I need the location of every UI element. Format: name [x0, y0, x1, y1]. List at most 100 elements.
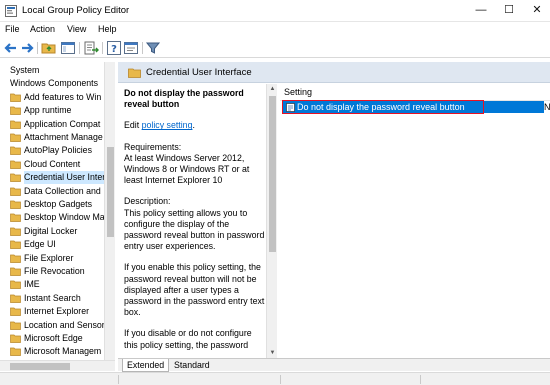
- setting-state: N: [544, 102, 550, 112]
- folder-icon: [10, 93, 21, 102]
- setting-row[interactable]: Do not display the password reveal butto…: [282, 100, 550, 114]
- navigation-tree: System Windows Components Add features to …: [0, 62, 115, 360]
- menu-view[interactable]: View: [67, 24, 86, 34]
- description-scrollbar[interactable]: ▲ ▼: [266, 84, 277, 358]
- tree-item-label: Desktop Gadgets: [24, 199, 92, 209]
- toolbar-separator: [37, 42, 38, 54]
- tree-item-label: Location and Sensor: [24, 319, 105, 330]
- tree-item-label: Add features to Win: [24, 91, 102, 102]
- toolbar-separator: [142, 42, 143, 54]
- toolbar-separator: [102, 42, 103, 54]
- policy-setting-link[interactable]: policy setting: [142, 120, 193, 130]
- description-text: This policy setting allows you to config…: [124, 207, 265, 252]
- maximize-button[interactable]: ☐: [496, 0, 522, 22]
- toolbar: ?: [0, 38, 550, 58]
- setting-name[interactable]: Do not display the password reveal butto…: [297, 101, 465, 113]
- setting-column-header[interactable]: Setting: [284, 87, 312, 97]
- export-list-icon[interactable]: [83, 40, 99, 56]
- filter-icon[interactable]: [145, 40, 161, 56]
- close-button[interactable]: ✕: [524, 0, 550, 22]
- forward-arrow-icon[interactable]: [19, 40, 35, 56]
- tree-item-label: Cloud Content: [24, 158, 81, 169]
- description-block: Description: This policy setting allows y…: [124, 196, 266, 252]
- status-bar: [0, 372, 550, 385]
- folder-icon: [10, 227, 21, 236]
- folder-icon: [10, 348, 21, 357]
- status-divider: [118, 375, 119, 384]
- pane-header-title: Credential User Interface: [146, 67, 252, 78]
- tree-item-label: System: [10, 65, 40, 75]
- enable-paragraph: If you enable this policy setting, the p…: [124, 262, 265, 318]
- folder-icon: [10, 173, 21, 183]
- pane-header: Credential User Interface: [118, 62, 550, 83]
- requirements: Requirements: At least Windows Server 201…: [124, 142, 266, 187]
- description-label: Description:: [124, 196, 171, 207]
- folder-icon: [10, 254, 21, 263]
- folder-icon: [10, 133, 21, 142]
- tree-item-label: Digital Locker: [24, 225, 78, 236]
- folder-icon: [10, 294, 21, 303]
- tree-item-label: Edge UI: [24, 239, 56, 250]
- folder-icon: [10, 106, 21, 116]
- show-hide-tree-icon[interactable]: [60, 40, 76, 56]
- folder-icon: [10, 120, 21, 129]
- edit-line: Edit policy setting.: [124, 120, 266, 131]
- back-arrow-icon[interactable]: [3, 40, 19, 56]
- edit-prefix: Edit: [124, 120, 142, 131]
- help-icon[interactable]: ?: [106, 40, 122, 56]
- tree-item-label: Application Compat: [24, 118, 101, 129]
- folder-icon: [10, 200, 21, 209]
- tree-item-label: Internet Explorer: [24, 306, 90, 317]
- folder-up-icon[interactable]: [41, 40, 57, 56]
- edit-suffix: .: [192, 120, 195, 131]
- scrollbar-thumb[interactable]: [107, 147, 114, 237]
- disable-paragraph: If you disable or do not configure this …: [124, 328, 252, 350]
- menu-file[interactable]: File: [5, 24, 20, 34]
- menu-action[interactable]: Action: [30, 24, 55, 34]
- status-divider: [420, 375, 421, 384]
- tree-item-label: AutoPlay Policies: [24, 145, 92, 156]
- properties-icon[interactable]: [123, 40, 139, 56]
- folder-icon: [10, 240, 21, 250]
- tree-item-label: File Explorer: [24, 252, 74, 263]
- folder-icon: [10, 267, 21, 276]
- policy-setting-icon: [286, 103, 295, 112]
- scrollbar-thumb[interactable]: [10, 363, 70, 370]
- folder-icon: [128, 68, 141, 78]
- tree-item-label: Microsoft Managem: [24, 346, 102, 357]
- tree-item-label: File Revocation: [24, 266, 85, 276]
- folder-icon: [10, 147, 21, 156]
- tree-item-label: IME: [24, 279, 40, 290]
- status-divider: [280, 375, 281, 384]
- svg-text:?: ?: [111, 44, 117, 55]
- folder-icon: [10, 334, 21, 343]
- toolbar-separator: [79, 42, 80, 54]
- group-policy-app-icon: [5, 5, 17, 17]
- tree-vertical-scrollbar[interactable]: [104, 62, 115, 360]
- menu-help[interactable]: Help: [98, 24, 117, 34]
- minimize-button[interactable]: —: [468, 0, 494, 22]
- view-tabs: Extended Standard: [118, 358, 550, 372]
- folder-icon: [10, 187, 21, 196]
- menu-bar: File Action View Help: [0, 22, 550, 38]
- policy-heading: Do not display the password reveal butto…: [124, 88, 244, 110]
- requirements-text: At least Windows Server 2012, Windows 8 …: [124, 152, 250, 186]
- scroll-down-icon[interactable]: ▼: [267, 348, 278, 358]
- tree-horizontal-scrollbar[interactable]: [0, 360, 115, 371]
- extended-description: Do not display the password reveal butto…: [118, 84, 266, 358]
- title-bar: Local Group Policy Editor — ☐ ✕: [0, 0, 550, 22]
- folder-icon: [10, 160, 21, 169]
- scrollbar-thumb[interactable]: [269, 96, 276, 252]
- folder-icon: [10, 281, 21, 290]
- requirements-label: Requirements:: [124, 141, 182, 152]
- tree-item-label: Data Collection and: [24, 185, 101, 196]
- tab-extended[interactable]: Extended: [122, 359, 170, 372]
- tree-item-label: App runtime: [24, 105, 72, 116]
- window-title: Local Group Policy Editor: [22, 5, 130, 16]
- folder-icon: [10, 321, 21, 330]
- tree-item-label: Instant Search: [24, 292, 81, 303]
- tab-standard[interactable]: Standard: [170, 359, 214, 372]
- scroll-up-icon[interactable]: ▲: [267, 84, 278, 94]
- tree-item-label: Microsoft Edge: [24, 333, 83, 343]
- tree-item-label: Credential User Inter: [24, 171, 106, 185]
